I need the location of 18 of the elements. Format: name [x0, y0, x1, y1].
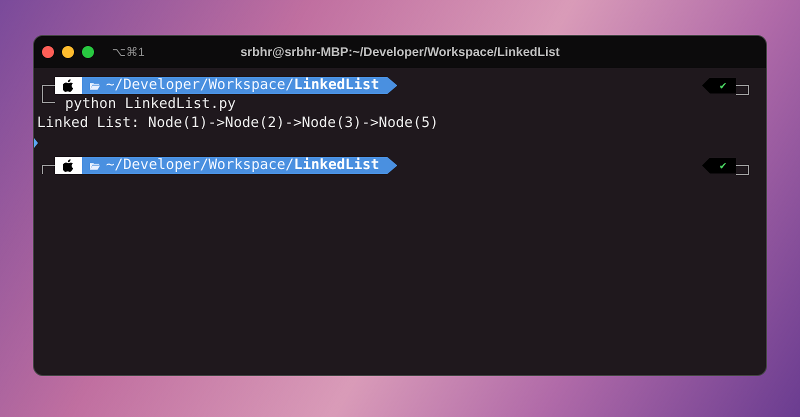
output-text: Linked List: Node(1)->Node(2)->Node(3)->Node(5)	[37, 114, 440, 133]
path-text: ~/Developer/Workspace/LinkedList	[106, 157, 380, 174]
path-text: ~/Developer/Workspace/LinkedList	[106, 77, 380, 94]
folder-icon	[90, 82, 100, 90]
minimize-button[interactable]	[62, 46, 74, 58]
command-text: python LinkedList.py	[65, 96, 236, 112]
apple-icon	[63, 159, 74, 172]
tab-shortcut: ⌥⌘1	[112, 45, 145, 59]
zoom-button[interactable]	[82, 46, 94, 58]
prompt-bracket	[736, 165, 749, 175]
prompt-bracket	[736, 85, 749, 95]
apple-icon	[63, 79, 74, 92]
window-title: srbhr@srbhr-MBP:~/Developer/Workspace/LinkedList	[240, 45, 560, 59]
folder-icon	[90, 162, 100, 170]
close-button[interactable]	[42, 46, 54, 58]
status-badge: ✔	[702, 158, 736, 174]
status-badge: ✔	[702, 78, 736, 94]
mark-icon	[34, 138, 38, 148]
